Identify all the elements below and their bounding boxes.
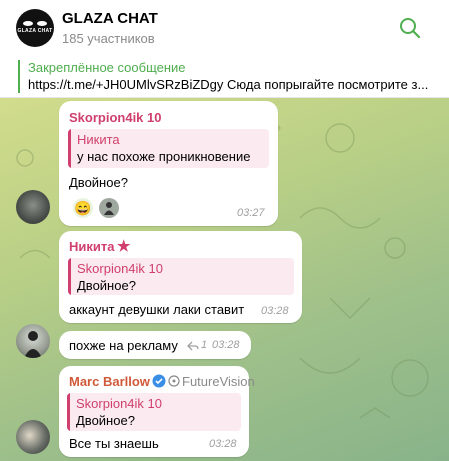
message-time: 03:28 bbox=[212, 339, 240, 351]
message-text: Двойное? bbox=[69, 175, 128, 190]
user-label: FutureVision bbox=[182, 374, 255, 389]
message-sender[interactable]: Никита bbox=[69, 239, 114, 254]
quote-text: Двойное? bbox=[76, 413, 135, 428]
eyes-logo-icon bbox=[23, 20, 47, 26]
pinned-text: https://t.me/+JH0UMlvSRzBiZDgy Сюда попр… bbox=[28, 77, 429, 92]
quote-author: Skorpion4ik 10 bbox=[76, 396, 162, 411]
reply-quote[interactable]: Skorpion4ik 10 Двойное? bbox=[67, 393, 241, 431]
pinned-title: Закреплённое сообщение bbox=[28, 60, 186, 75]
chat-header: GLAZA CHAT GLAZA CHAT 185 участников bbox=[0, 0, 449, 56]
person-icon bbox=[104, 202, 114, 215]
reply-quote[interactable]: Никита у нас похоже проникновение bbox=[68, 129, 269, 168]
message-text: похже на рекламу bbox=[69, 338, 178, 353]
reaction-user-avatar[interactable] bbox=[99, 198, 119, 218]
quote-text: Двойное? bbox=[77, 278, 136, 293]
reaction-emoji[interactable]: 😄 bbox=[73, 198, 93, 218]
search-icon[interactable] bbox=[398, 16, 422, 40]
user-avatar[interactable] bbox=[16, 420, 50, 454]
message-time: 03:28 bbox=[261, 305, 289, 317]
quote-author: Никита bbox=[77, 132, 120, 147]
message-bubble[interactable]: Skorpion4ik 10 Никита у нас похоже прони… bbox=[59, 101, 278, 226]
user-avatar[interactable] bbox=[16, 190, 50, 224]
reply-quote[interactable]: Skorpion4ik 10 Двойное? bbox=[68, 258, 294, 295]
group-avatar[interactable]: GLAZA CHAT bbox=[16, 9, 54, 47]
quote-author: Skorpion4ik 10 bbox=[77, 261, 163, 276]
avatar-logo-text: GLAZA CHAT bbox=[17, 27, 53, 34]
message-text: Все ты знаешь bbox=[69, 436, 159, 451]
user-avatar[interactable] bbox=[16, 324, 50, 358]
chat-badge-icon bbox=[168, 375, 180, 387]
message-sender[interactable]: Skorpion4ik 10 bbox=[69, 110, 161, 125]
chat-title[interactable]: GLAZA CHAT bbox=[62, 10, 158, 27]
verified-icon bbox=[152, 374, 166, 388]
message-bubble[interactable]: Никита ★ Skorpion4ik 10 Двойное? аккаунт… bbox=[59, 231, 302, 323]
message-time: 03:28 bbox=[209, 438, 237, 450]
message-text: аккаунт девушки лаки ставит bbox=[69, 302, 245, 317]
premium-star-icon: ★ bbox=[117, 238, 131, 255]
reply-arrow-icon bbox=[187, 341, 199, 351]
pinned-message[interactable]: Закреплённое сообщение https://t.me/+JH0… bbox=[0, 56, 449, 98]
pinned-accent-bar bbox=[18, 60, 20, 93]
quote-text: у нас похоже проникновение bbox=[77, 149, 251, 164]
message-bubble[interactable]: похже на рекламу 1 03:28 bbox=[59, 331, 251, 359]
member-count: 185 участников bbox=[62, 31, 155, 46]
message-sender[interactable]: Marc Barllow bbox=[69, 374, 150, 389]
message-bubble[interactable]: Marc Barllow FutureVision Skorpion4ik 10… bbox=[59, 366, 255, 457]
reply-count[interactable]: 1 bbox=[201, 339, 207, 351]
message-time: 03:27 bbox=[237, 207, 265, 219]
message-list[interactable]: Skorpion4ik 10 Никита у нас похоже прони… bbox=[0, 98, 449, 461]
person-icon bbox=[24, 331, 42, 358]
